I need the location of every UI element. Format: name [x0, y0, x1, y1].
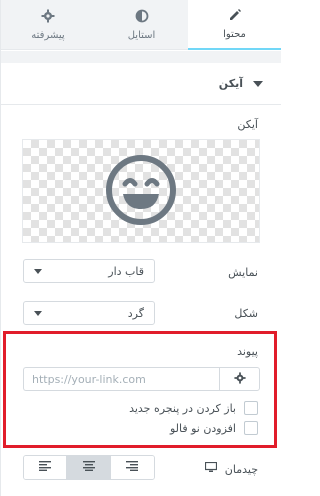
- chevron-down-icon: [34, 310, 42, 316]
- gear-icon: [41, 8, 55, 24]
- icon-control-label: آیکن: [237, 118, 258, 131]
- align-left-icon: [39, 461, 52, 474]
- align-right-icon: [126, 461, 139, 474]
- icon-picker-preview[interactable]: [22, 139, 260, 243]
- tab-style-label: استایل: [127, 30, 156, 41]
- nofollow-checkbox[interactable]: [244, 421, 258, 435]
- open-new-window-label: باز کردن در پنجره جدید: [129, 401, 236, 415]
- shape-control-label: شکل: [234, 307, 258, 320]
- smiling-face-icon: [104, 153, 178, 230]
- panel-tabs: محتوا استایل پیشرفته: [1, 0, 281, 50]
- alignment-control-label: چیدمان: [224, 462, 258, 476]
- caret-down-icon: [253, 80, 263, 87]
- view-select[interactable]: قاب دار: [23, 259, 155, 283]
- half-circle-icon: [135, 8, 149, 24]
- shape-select-value: گرد: [127, 306, 144, 320]
- link-url-input[interactable]: [23, 367, 219, 391]
- section-icon-header[interactable]: آیکن: [1, 63, 281, 105]
- tab-content-label: محتوا: [223, 29, 246, 40]
- align-left-button[interactable]: [24, 456, 68, 479]
- link-control-label: پیوند: [237, 345, 258, 358]
- nofollow-option[interactable]: افزودن نو فالو: [170, 421, 258, 435]
- gear-icon: [233, 371, 246, 387]
- link-input-group: [23, 367, 260, 391]
- desktop-icon[interactable]: [204, 461, 217, 476]
- align-right-button[interactable]: [110, 456, 154, 479]
- link-options-button[interactable]: [219, 367, 260, 391]
- section-title: آیکن: [218, 77, 243, 90]
- editor-panel: محتوا استایل پیشرفته آیکن آیکن نمایش قاب…: [0, 0, 281, 496]
- open-new-window-checkbox[interactable]: [244, 401, 258, 415]
- tab-style[interactable]: استایل: [95, 0, 188, 50]
- tab-advanced-label: پیشرفته: [31, 30, 65, 41]
- alignment-button-group: [23, 455, 155, 480]
- align-center-button[interactable]: [67, 456, 111, 479]
- alignment-control-label-group: چیدمان: [204, 461, 258, 476]
- align-center-icon: [82, 461, 95, 474]
- view-control-label: نمایش: [228, 266, 258, 279]
- shape-select[interactable]: گرد: [23, 301, 155, 325]
- chevron-down-icon: [34, 268, 42, 274]
- view-select-value: قاب دار: [108, 264, 144, 278]
- pencil-icon: [228, 7, 242, 23]
- panel-spacer: [1, 51, 281, 63]
- tab-advanced[interactable]: پیشرفته: [1, 0, 95, 50]
- open-new-window-option[interactable]: باز کردن در پنجره جدید: [129, 401, 258, 415]
- nofollow-label: افزودن نو فالو: [169, 421, 236, 435]
- tab-content[interactable]: محتوا: [188, 0, 281, 50]
